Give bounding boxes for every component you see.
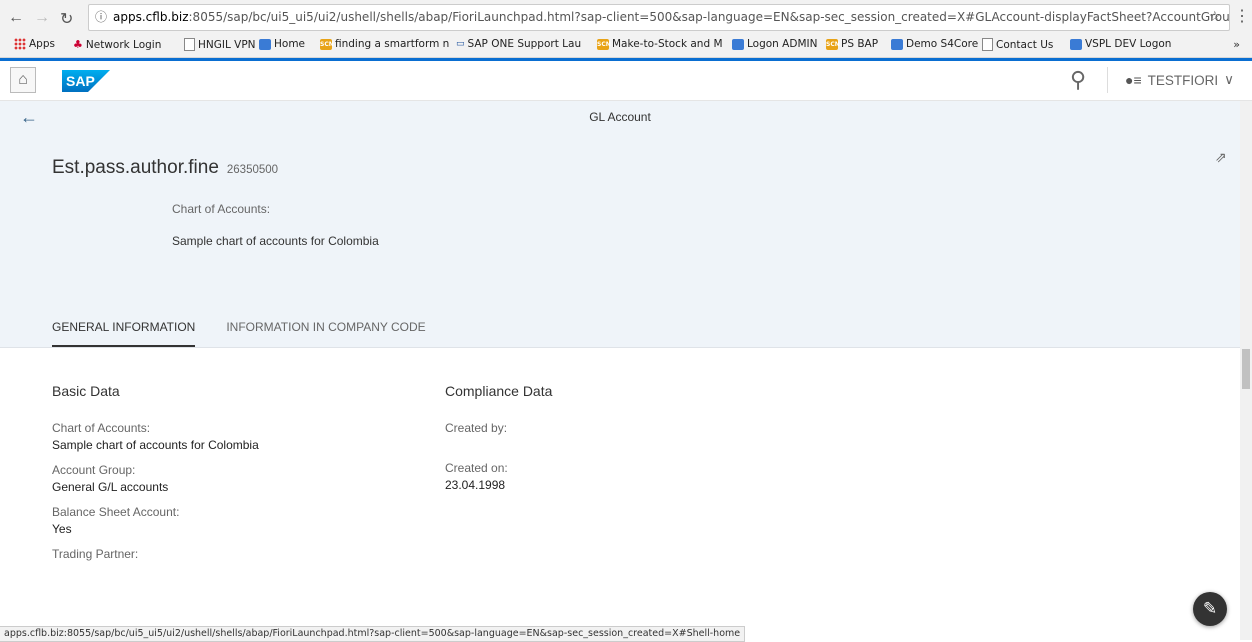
header-attribute-label: Chart of Accounts: <box>172 202 271 216</box>
reload-icon[interactable]: ↻ <box>60 9 73 29</box>
sap-bookmark-icon <box>259 38 271 50</box>
field-chart-of-accounts: Chart of Accounts: Sample chart of accou… <box>52 421 259 452</box>
sap-logo: SAP <box>62 70 110 97</box>
bookmark-star-icon[interactable]: ☆ <box>1208 5 1221 30</box>
forward-arrow-icon[interactable]: → <box>34 9 50 27</box>
bookmark-make-to-stock[interactable]: SCN Make-to-Stock and M <box>597 38 723 50</box>
tab-bar: GENERAL INFORMATION INFORMATION IN COMPA… <box>52 320 426 347</box>
user-name: TESTFIORI <box>1147 72 1219 88</box>
field-created-by: Created by: <box>445 421 508 435</box>
sap-bookmark-icon <box>891 38 903 50</box>
bookmark-home[interactable]: Home <box>259 38 305 50</box>
page-icon <box>184 38 195 51</box>
header-attribute-value: Sample chart of accounts for Colombia <box>172 234 379 248</box>
field-trading-partner: Trading Partner: <box>52 547 139 561</box>
tab-information-in-company-code[interactable]: INFORMATION IN COMPANY CODE <box>226 320 425 347</box>
field-created-on: Created on: 23.04.1998 <box>445 461 508 492</box>
home-icon[interactable]: ⌂ <box>10 67 36 93</box>
scn-icon: SCN <box>320 38 334 50</box>
compliance-data-section: Compliance Data Created by: Created on: … <box>445 383 552 503</box>
object-title-text: Est.pass.author.fine <box>52 157 219 178</box>
scrollbar[interactable] <box>1240 101 1252 640</box>
object-title: Est.pass.author.fine 26350500 <box>52 157 278 179</box>
info-icon[interactable]: ⓘ <box>95 5 107 30</box>
bookmark-demo-s4core[interactable]: Demo S4Core <box>891 38 978 50</box>
svg-text:SAP: SAP <box>66 73 95 89</box>
scn-icon: SCN <box>597 38 611 50</box>
apps-grid-icon <box>14 38 26 50</box>
scrollbar-thumb[interactable] <box>1242 349 1250 389</box>
user-menu[interactable]: ●≡ TESTFIORI ∨ <box>1125 72 1234 88</box>
user-icon: ●≡ <box>1125 72 1142 88</box>
bookmark-hngil-vpn[interactable]: HNGIL VPN <box>184 38 256 51</box>
bookmark-network-login[interactable]: ♣ Network Login <box>73 38 161 51</box>
field-balance-sheet-account: Balance Sheet Account: Yes <box>52 505 180 536</box>
section-title: Compliance Data <box>445 383 553 399</box>
sap-bookmark-icon <box>1070 38 1082 50</box>
browser-menu-icon[interactable]: ⋮ <box>1234 6 1250 26</box>
back-arrow-icon[interactable]: ← <box>8 9 24 27</box>
shell-header: ⌂ SAP ⚲ ●≡ TESTFIORI ∨ <box>0 58 1252 101</box>
object-number: 26350500 <box>226 164 279 176</box>
edit-pencil-icon[interactable]: ✎ <box>1193 592 1227 626</box>
bookmark-sap-one-support[interactable]: ▭ SAP ONE Support Lau <box>456 38 581 50</box>
address-bar[interactable]: ⓘ apps.cflb.biz:8055/sap/bc/ui5_ui5/ui2/u… <box>88 4 1230 31</box>
more-bookmarks-icon[interactable]: » <box>1233 38 1240 51</box>
browser-toolbar: ← → ↻ ⓘ apps.cflb.biz:8055/sap/bc/ui5_ui5… <box>0 0 1252 34</box>
sap-bookmark-icon <box>732 38 744 50</box>
bookmark-vspl-dev-logon[interactable]: VSPL DEV Logon <box>1070 38 1171 50</box>
page-icon <box>982 38 993 51</box>
share-icon[interactable]: ⇗ <box>1215 149 1227 166</box>
search-icon[interactable]: ⚲ <box>1070 67 1086 93</box>
field-account-group: Account Group: General G/L accounts <box>52 463 169 494</box>
url-rest: :8055/sap/bc/ui5_ui5/ui2/ushell/shells/a… <box>188 10 1230 24</box>
bookmark-logon-admin[interactable]: Logon ADMIN <box>732 38 817 50</box>
network-icon: ♣ <box>73 38 83 51</box>
bookmarks-bar: Apps ♣ Network Login HNGIL VPN Home SCN fi… <box>0 34 1252 58</box>
page-title: GL Account <box>589 110 651 124</box>
sapone-icon: ▭ <box>456 39 465 49</box>
bookmark-apps[interactable]: Apps <box>14 38 55 50</box>
header-divider <box>1107 67 1108 93</box>
bookmark-smartform[interactable]: SCN finding a smartform n <box>320 38 449 50</box>
chevron-down-icon: ∨ <box>1224 72 1235 87</box>
basic-data-section: Basic Data Chart of Accounts: Sample cha… <box>52 383 259 572</box>
tab-general-information[interactable]: GENERAL INFORMATION <box>52 320 196 347</box>
object-header: ← GL Account Est.pass.author.fine 2635050… <box>0 101 1240 348</box>
bookmark-ps-bap[interactable]: SCN PS BAP <box>826 38 878 50</box>
section-title: Basic Data <box>52 383 120 399</box>
scn-icon: SCN <box>826 38 840 50</box>
bookmark-contact-us[interactable]: Contact Us <box>982 38 1053 51</box>
url-host: apps.cflb.biz <box>113 10 189 24</box>
